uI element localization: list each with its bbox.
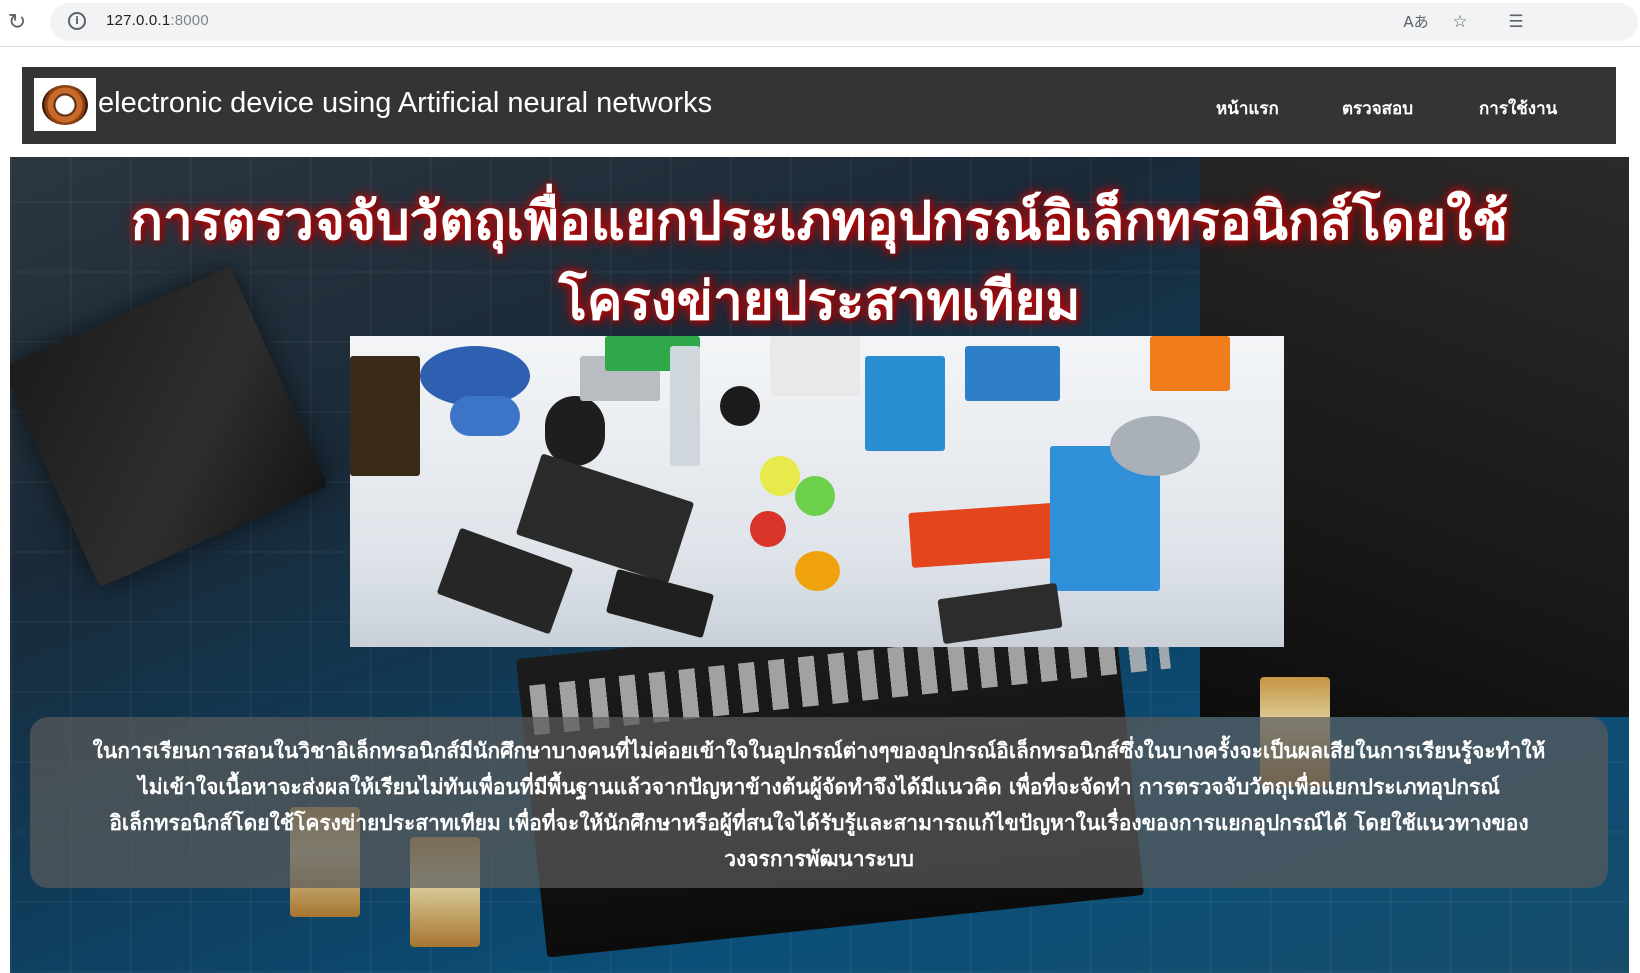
url-host: 127.0.0.1 <box>106 12 171 29</box>
photo-component <box>795 476 835 516</box>
photo-component <box>937 582 1063 645</box>
photo-component <box>670 346 700 466</box>
favorite-add-icon[interactable]: ☆ <box>1446 9 1474 35</box>
address-bar[interactable]: i 127.0.0.1:8000 Aあ ☆ ☰ <box>50 3 1638 41</box>
logo[interactable] <box>34 78 96 131</box>
photo-component <box>865 356 945 451</box>
site-navbar: electronic device using Artificial neura… <box>22 67 1616 144</box>
photo-component <box>350 356 420 476</box>
hero-title: การตรวจจับวัตถุเพื่อแยกประเภทอุปกรณ์อิเล… <box>10 182 1629 342</box>
info-icon[interactable]: i <box>68 12 86 30</box>
site-brand[interactable]: electronic device using Artificial neura… <box>98 87 712 120</box>
hero-section: การตรวจจับวัตถุเพื่อแยกประเภทอุปกรณ์อิเล… <box>10 157 1629 973</box>
nav-usage[interactable]: การใช้งาน <box>1479 95 1557 122</box>
nav-home[interactable]: หน้าแรก <box>1216 95 1279 122</box>
reload-icon[interactable]: ↻ <box>4 10 30 36</box>
hero-title-line2: โครงข่ายประสาทเทียม <box>558 271 1081 332</box>
photo-component <box>795 551 840 591</box>
photo-component <box>720 386 760 426</box>
url-port: :8000 <box>170 12 209 29</box>
browser-toolbar: ↻ i 127.0.0.1:8000 Aあ ☆ ☰ <box>0 0 1640 47</box>
url-text[interactable]: 127.0.0.1:8000 <box>106 12 209 29</box>
description-text: ในการเรียนการสอนในวิชาอิเล็กทรอนิกส์มีนั… <box>92 739 1546 871</box>
components-photo <box>350 336 1284 647</box>
photo-component <box>545 396 605 466</box>
photo-component <box>1110 416 1200 476</box>
description-panel: ในการเรียนการสอนในวิชาอิเล็กทรอนิกส์มีนั… <box>30 717 1608 888</box>
favorites-icon[interactable]: ☰ <box>1502 9 1530 35</box>
photo-component <box>1150 336 1230 391</box>
photo-component <box>605 568 715 639</box>
photo-component <box>750 511 786 547</box>
nav-check[interactable]: ตรวจสอบ <box>1342 95 1413 122</box>
photo-component <box>450 396 520 436</box>
photo-component <box>760 456 800 496</box>
hero-title-line1: การตรวจจับวัตถุเพื่อแยกประเภทอุปกรณ์อิเล… <box>130 191 1509 252</box>
photo-component <box>770 336 860 396</box>
inductor-logo-icon <box>42 84 88 125</box>
photo-component <box>965 346 1060 401</box>
read-aloud-icon[interactable]: Aあ <box>1402 9 1430 35</box>
